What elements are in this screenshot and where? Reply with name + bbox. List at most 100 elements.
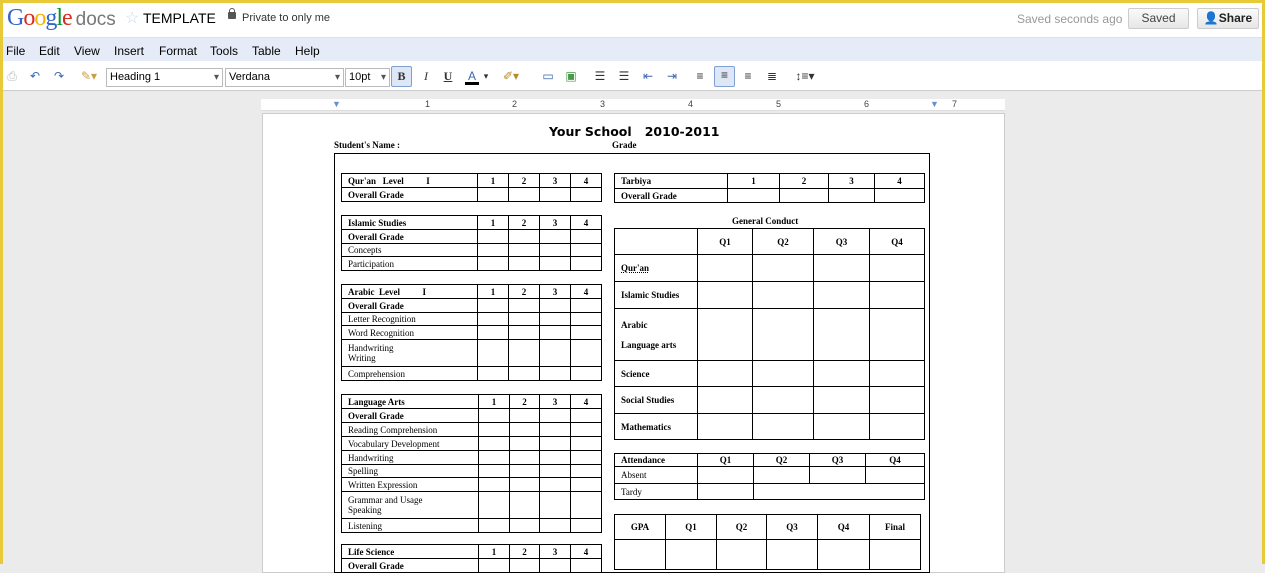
left-indent-marker[interactable]: ▼ [332, 99, 341, 109]
grade-cell[interactable] [539, 298, 571, 313]
islamic-table[interactable]: Islamic Studies 1 2 3 4 Overall Grade Concepts… [341, 215, 602, 271]
grade-cell[interactable] [752, 254, 814, 282]
menu-format[interactable]: Format [159, 44, 197, 58]
grade-cell[interactable] [477, 339, 509, 367]
decrease-indent-icon[interactable]: ⇤ [639, 68, 657, 85]
grade-cell[interactable] [508, 298, 540, 313]
menu-insert[interactable]: Insert [114, 44, 144, 58]
grade-cell[interactable] [509, 422, 540, 437]
grade-cell[interactable] [478, 558, 510, 573]
grade-cell[interactable] [779, 188, 829, 203]
grade-cell[interactable] [869, 413, 925, 440]
grade-cell[interactable] [509, 477, 540, 492]
grade-cell[interactable] [869, 360, 925, 387]
grade-cell[interactable] [727, 188, 780, 203]
star-icon[interactable]: ☆ [125, 8, 139, 28]
grade-cell[interactable] [697, 386, 753, 414]
arabic-table[interactable]: Arabic Level I 1 2 3 4 Overall Grade Letter Re… [341, 284, 602, 381]
grade-cell[interactable] [716, 539, 767, 570]
menu-file[interactable]: File [6, 44, 25, 58]
grade-cell[interactable] [509, 464, 540, 478]
quran-table[interactable]: Qur'an Level I 1 2 3 4 Overall Grade [341, 173, 602, 202]
justify-icon[interactable]: ≣ [763, 68, 781, 85]
document-title[interactable]: TEMPLATE [143, 10, 216, 26]
grade-cell[interactable] [869, 539, 921, 570]
grade-cell[interactable] [477, 229, 509, 244]
font-size-select[interactable]: 10pt [345, 68, 390, 87]
grade-cell[interactable] [813, 281, 870, 309]
grade-cell[interactable] [539, 518, 571, 533]
grade-cell[interactable] [752, 413, 814, 440]
grade-cell[interactable] [753, 466, 810, 484]
grade-cell[interactable] [813, 308, 870, 361]
grade-cell[interactable] [477, 312, 509, 326]
google-docs-logo[interactable]: Google docs [7, 5, 116, 32]
grade-cell[interactable] [570, 464, 602, 478]
grade-cell[interactable] [570, 366, 602, 381]
grade-cell[interactable] [509, 558, 540, 573]
grade-cell[interactable] [508, 243, 540, 257]
grade-cell[interactable] [478, 422, 510, 437]
grade-cell[interactable] [570, 243, 602, 257]
grade-cell[interactable] [539, 243, 571, 257]
style-select[interactable]: Heading 1 [106, 68, 223, 87]
menu-help[interactable]: Help [295, 44, 320, 58]
grade-cell[interactable] [697, 360, 753, 387]
highlight-icon[interactable]: ✐▾ [497, 68, 525, 85]
grade-cell[interactable] [508, 312, 540, 326]
grade-cell[interactable] [697, 483, 754, 500]
grade-cell[interactable] [570, 436, 602, 451]
grade-cell[interactable] [869, 386, 925, 414]
grade-cell[interactable] [570, 450, 602, 465]
grade-cell[interactable] [570, 229, 602, 244]
grade-cell[interactable] [865, 466, 925, 484]
grade-cell[interactable] [539, 491, 571, 519]
font-select[interactable]: Verdana [225, 68, 344, 87]
grade-cell[interactable] [539, 325, 571, 340]
grade-cell[interactable] [869, 254, 925, 282]
saved-button[interactable]: Saved [1128, 8, 1189, 29]
grade-cell[interactable] [539, 339, 571, 367]
link-icon[interactable]: ▭ [539, 68, 557, 85]
grade-cell[interactable] [697, 308, 753, 361]
grade-cell[interactable] [477, 187, 509, 202]
grade-cell[interactable] [539, 450, 571, 465]
grade-cell[interactable] [477, 243, 509, 257]
grade-cell[interactable] [539, 312, 571, 326]
grade-cell[interactable] [813, 254, 870, 282]
grade-cell[interactable] [570, 408, 602, 423]
grade-cell[interactable] [478, 450, 510, 465]
grade-cell[interactable] [570, 558, 602, 573]
grade-cell[interactable] [508, 339, 540, 367]
grade-cell[interactable] [813, 360, 870, 387]
grade-cell[interactable] [509, 491, 540, 519]
align-left-icon[interactable]: ≡ [691, 68, 709, 85]
grade-cell[interactable] [570, 491, 602, 519]
grade-cell[interactable] [539, 256, 571, 271]
paint-format-icon[interactable]: ✎▾ [75, 68, 103, 85]
grade-cell[interactable] [570, 325, 602, 340]
privacy-status[interactable]: Private to only me [242, 12, 330, 24]
grade-cell[interactable] [752, 386, 814, 414]
menu-tools[interactable]: Tools [210, 44, 238, 58]
grade-cell[interactable] [477, 256, 509, 271]
menu-view[interactable]: View [74, 44, 100, 58]
grade-cell[interactable] [697, 413, 753, 440]
grade-cell[interactable] [509, 518, 540, 533]
grade-cell[interactable] [752, 360, 814, 387]
grade-cell[interactable] [508, 187, 540, 202]
grade-cell[interactable] [813, 413, 870, 440]
grade-cell[interactable] [478, 464, 510, 478]
text-color-button[interactable]: A [465, 68, 479, 85]
grade-cell[interactable] [508, 229, 540, 244]
italic-button[interactable]: I [419, 68, 433, 85]
grade-cell[interactable] [817, 539, 870, 570]
grade-cell[interactable] [813, 386, 870, 414]
grade-cell[interactable] [539, 436, 571, 451]
chevron-down-icon[interactable]: ▾ [481, 68, 491, 85]
menu-table[interactable]: Table [252, 44, 281, 58]
undo-icon[interactable]: ↶ [27, 68, 43, 85]
grade-cell[interactable] [570, 256, 602, 271]
grade-cell[interactable] [539, 558, 571, 573]
grade-cell[interactable] [752, 281, 814, 309]
